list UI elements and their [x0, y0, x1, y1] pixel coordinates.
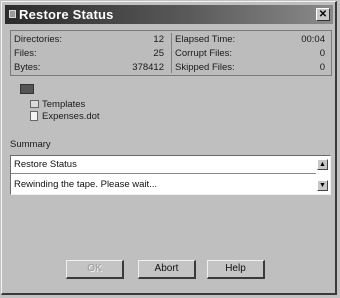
stat-skipped-files-label: Skipped Files: [175, 62, 235, 73]
stat-elapsed-time: Elapsed Time: 00:04 [175, 34, 325, 46]
file-icon [30, 111, 38, 121]
tape-animation-icon [20, 84, 34, 94]
stats-panel: Directories: 12 Files: 25 Bytes: 378412 … [10, 30, 332, 76]
summary-line-status: Rewinding the tape. Please wait... [14, 179, 158, 190]
stat-corrupt-files-label: Corrupt Files: [175, 48, 233, 59]
stat-directories-value: 12 [153, 34, 164, 45]
folder-icon [30, 100, 39, 108]
stat-skipped-files-value: 0 [319, 62, 325, 73]
stat-bytes-label: Bytes: [14, 62, 41, 73]
app-icon [9, 10, 16, 18]
stat-corrupt-files: Corrupt Files: 0 [175, 48, 325, 60]
stat-files-label: Files: [14, 48, 37, 59]
stat-files: Files: 25 [14, 48, 164, 60]
stat-elapsed-time-value: 00:04 [301, 34, 325, 45]
stat-directories-label: Directories: [14, 34, 63, 45]
title-bar[interactable]: Restore Status ✕ [5, 5, 333, 24]
ok-button[interactable]: OK [66, 260, 124, 279]
scroll-up-button[interactable]: ▲ [317, 159, 328, 170]
help-button[interactable]: Help [207, 260, 265, 279]
close-button[interactable]: ✕ [316, 8, 330, 21]
stat-bytes-value: 378412 [132, 62, 164, 73]
summary-line-title: Restore Status [14, 159, 77, 170]
scroll-down-button[interactable]: ▼ [317, 180, 328, 191]
stat-elapsed-time-label: Elapsed Time: [175, 34, 236, 45]
tree-item-label: Templates [42, 99, 86, 110]
stat-skipped-files: Skipped Files: 0 [175, 62, 325, 74]
summary-label: Summary [10, 139, 51, 150]
help-button-label: Help [225, 263, 246, 274]
summary-separator [11, 173, 316, 174]
summary-list[interactable]: Restore Status Rewinding the tape. Pleas… [10, 155, 331, 195]
stats-divider [171, 33, 172, 73]
window-title: Restore Status [19, 7, 114, 22]
abort-button[interactable]: Abort [138, 260, 196, 279]
tree-item-label: Expenses.dot [42, 111, 100, 122]
stat-corrupt-files-value: 0 [319, 48, 325, 59]
abort-button-label: Abort [154, 263, 179, 274]
stat-files-value: 25 [153, 48, 164, 59]
restore-status-dialog: Restore Status ✕ Directories: 12 Files: … [1, 1, 337, 295]
stat-directories: Directories: 12 [14, 34, 164, 46]
stat-bytes: Bytes: 378412 [14, 62, 164, 74]
